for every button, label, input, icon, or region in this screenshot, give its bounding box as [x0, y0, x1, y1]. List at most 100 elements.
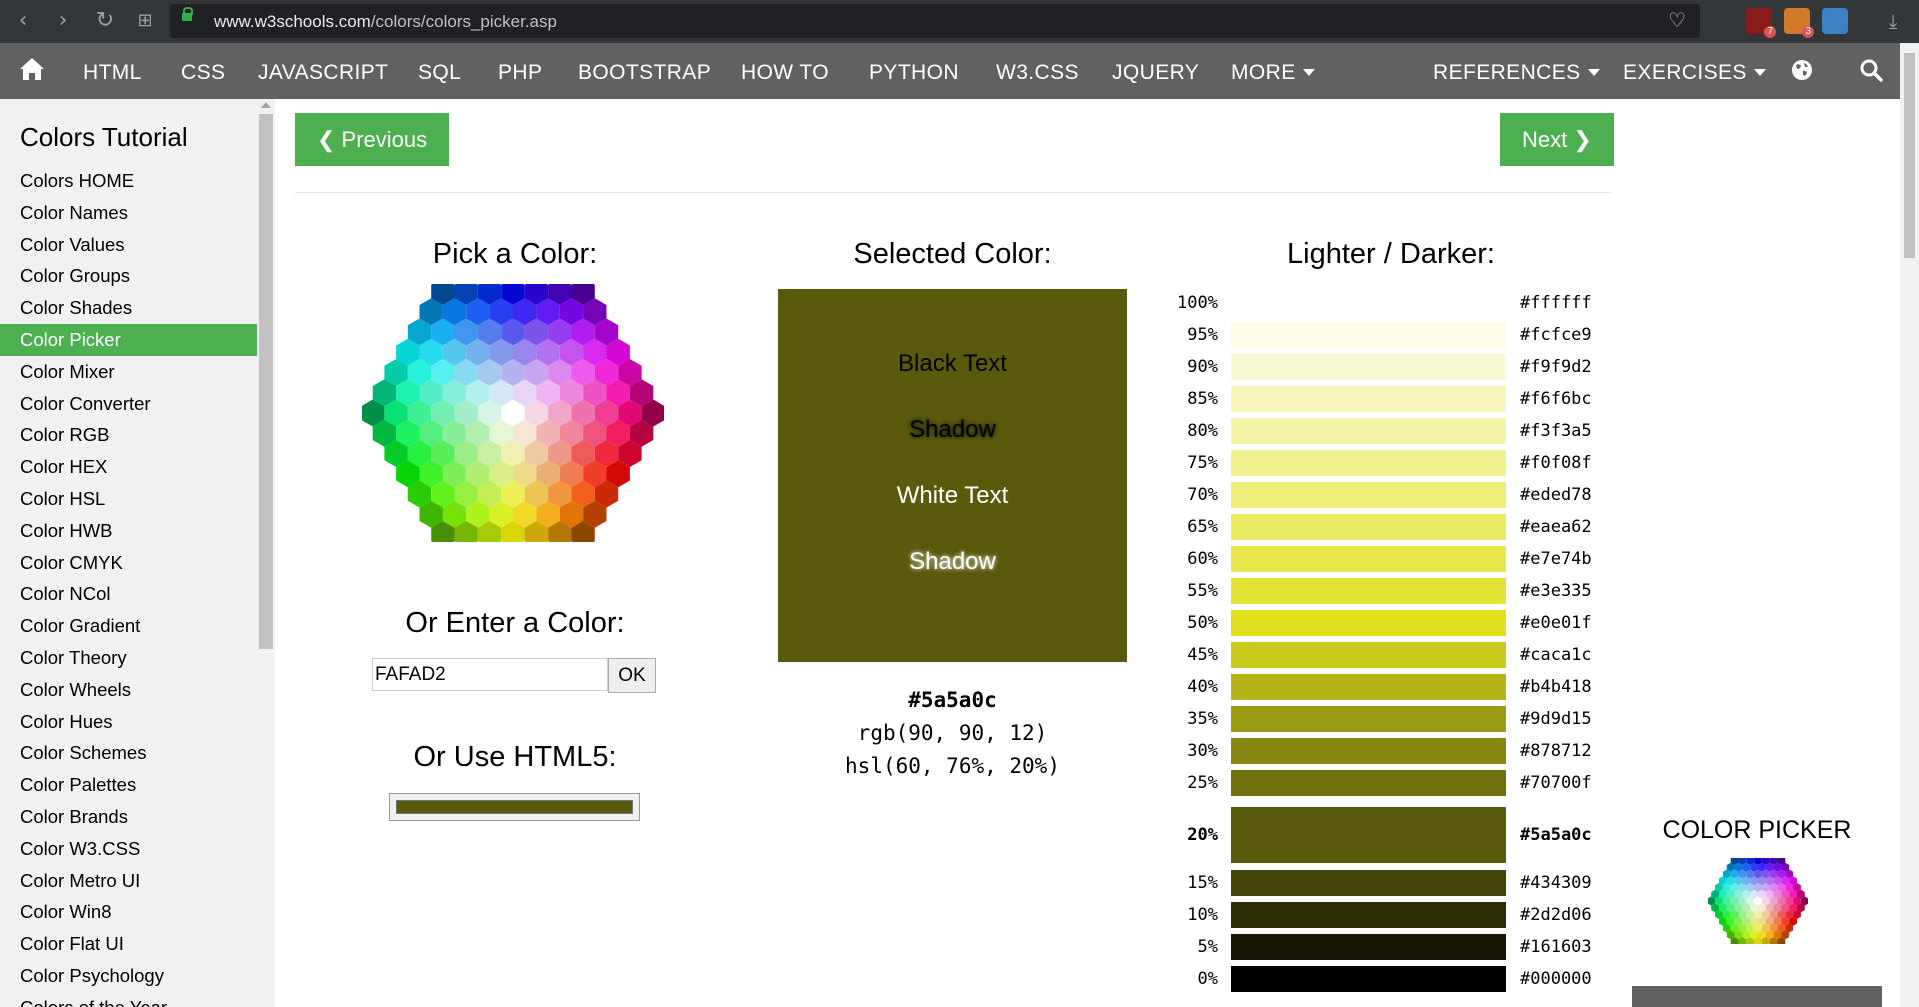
reload-icon[interactable]: ↻ — [90, 6, 120, 36]
shade-swatch[interactable] — [1231, 450, 1506, 476]
nav-bootstrap[interactable]: BOOTSTRAP — [578, 43, 711, 99]
shade-swatch[interactable] — [1231, 610, 1506, 636]
shade-swatch[interactable] — [1231, 807, 1506, 863]
shade-swatch[interactable] — [1231, 674, 1506, 700]
ublock-icon[interactable]: 7 — [1746, 8, 1776, 38]
shade-swatch[interactable] — [1231, 738, 1506, 764]
next-button[interactable]: Next ❯ — [1500, 113, 1614, 166]
apps-icon[interactable]: ⊞ — [130, 6, 160, 36]
scroll-up-icon[interactable] — [261, 102, 271, 108]
shade-hex: #eded78 — [1520, 485, 1592, 505]
shade-swatch[interactable] — [1231, 514, 1506, 540]
shade-swatch[interactable] — [1231, 966, 1506, 992]
nav-css[interactable]: CSS — [181, 43, 225, 99]
sidebar-item-color-hues[interactable]: Color Hues — [0, 706, 257, 738]
forward-icon[interactable]: › — [48, 6, 78, 36]
sidebar-item-color-psychology[interactable]: Color Psychology — [0, 960, 257, 992]
nav-references[interactable]: REFERENCES — [1433, 43, 1600, 99]
nav-python[interactable]: PYTHON — [869, 43, 959, 99]
sidebar-item-color-theory[interactable]: Color Theory — [0, 642, 257, 674]
cookie-icon[interactable]: 3 — [1784, 8, 1814, 38]
sidebar-item-color-flat-ui[interactable]: Color Flat UI — [0, 928, 257, 960]
black-text-sample: Black Text — [898, 350, 1007, 377]
nav-html[interactable]: HTML — [83, 43, 142, 99]
shade-swatch[interactable] — [1231, 482, 1506, 508]
shade-percent: 15% — [1187, 873, 1218, 893]
selected-color-heading: Selected Color: — [853, 238, 1052, 270]
shade-swatch[interactable] — [1231, 642, 1506, 668]
shade-hex: #878712 — [1520, 741, 1592, 761]
shade-swatch[interactable] — [1231, 578, 1506, 604]
sidebar-item-color-mixer[interactable]: Color Mixer — [0, 356, 257, 388]
shade-swatch[interactable] — [1231, 546, 1506, 572]
sidebar-item-color-schemes[interactable]: Color Schemes — [0, 737, 257, 769]
shade-hex: #f6f6bc — [1520, 389, 1592, 409]
shade-percent: 95% — [1187, 325, 1218, 345]
ad-banner[interactable] — [1632, 986, 1882, 1007]
html5-color-input[interactable] — [389, 793, 640, 821]
shade-hex: #e7e74b — [1520, 549, 1592, 569]
sidebar-item-color-picker[interactable]: Color Picker — [0, 323, 257, 356]
scrollbar-thumb[interactable] — [1904, 53, 1915, 258]
nav-exercises[interactable]: EXERCISES — [1623, 43, 1766, 99]
sidebar-item-color-rgb[interactable]: Color RGB — [0, 419, 257, 451]
search-icon[interactable] — [1859, 58, 1883, 82]
nav-php[interactable]: PHP — [498, 43, 542, 99]
tab-manager-icon[interactable] — [1822, 8, 1848, 34]
sidebar-item-color-brands[interactable]: Color Brands — [0, 801, 257, 833]
sidebar-scrollbar-thumb[interactable] — [259, 114, 273, 649]
shade-swatch[interactable] — [1231, 386, 1506, 412]
shade-swatch[interactable] — [1231, 770, 1506, 796]
sidebar-item-color-converter[interactable]: Color Converter — [0, 388, 257, 420]
sidebar-item-color-hwb[interactable]: Color HWB — [0, 515, 257, 547]
nav-how-to[interactable]: HOW TO — [741, 43, 829, 99]
sidebar-item-color-hex[interactable]: Color HEX — [0, 451, 257, 483]
shade-swatch[interactable] — [1231, 934, 1506, 960]
sidebar-item-color-groups[interactable]: Color Groups — [0, 260, 257, 292]
previous-button[interactable]: ❮ Previous — [295, 113, 450, 166]
nav-more[interactable]: MORE — [1231, 43, 1315, 99]
sidebar-item-color-values[interactable]: Color Values — [0, 229, 257, 261]
home-icon[interactable] — [18, 55, 46, 83]
shade-swatch[interactable] — [1231, 706, 1506, 732]
shade-swatch[interactable] — [1231, 354, 1506, 380]
shade-swatch[interactable] — [1231, 902, 1506, 928]
white-shadow-sample: Shadow — [909, 548, 996, 575]
sidebar-item-color-cmyk[interactable]: Color CMYK — [0, 547, 257, 579]
shade-hex: #2d2d06 — [1520, 905, 1592, 925]
shade-swatch[interactable] — [1231, 418, 1506, 444]
page-scrollbar[interactable] — [1900, 43, 1919, 1007]
sidebar-item-color-shades[interactable]: Color Shades — [0, 292, 257, 324]
shade-hex: #70700f — [1520, 773, 1592, 793]
sidebar-item-color-gradient[interactable]: Color Gradient — [0, 610, 257, 642]
sidebar-item-color-names[interactable]: Color Names — [0, 197, 257, 229]
nav-jquery[interactable]: JQUERY — [1112, 43, 1199, 99]
sidebar-item-color-win8[interactable]: Color Win8 — [0, 896, 257, 928]
nav-sql[interactable]: SQL — [418, 43, 461, 99]
shade-swatch[interactable] — [1231, 322, 1506, 348]
back-icon[interactable]: ‹ — [8, 6, 38, 36]
color-picker-ad-title[interactable]: COLOR PICKER — [1633, 816, 1881, 845]
color-hexagon-map[interactable] — [362, 284, 664, 542]
sidebar-item-color-wheels[interactable]: Color Wheels — [0, 674, 257, 706]
sidebar-item-color-hsl[interactable]: Color HSL — [0, 483, 257, 515]
download-icon[interactable]: ⤓ — [1878, 6, 1908, 36]
sidebar-item-color-palettes[interactable]: Color Palettes — [0, 769, 257, 801]
shade-hex: #caca1c — [1520, 645, 1592, 665]
sidebar-item-colors-of-the-year[interactable]: Colors of the Year — [0, 992, 257, 1007]
color-picker-ad-image[interactable] — [1708, 858, 1808, 944]
shade-swatch[interactable] — [1231, 290, 1506, 316]
sidebar-scrollbar[interactable] — [257, 99, 275, 1007]
color-input[interactable] — [372, 658, 608, 691]
sidebar-item-color-metro-ui[interactable]: Color Metro UI — [0, 865, 257, 897]
ok-button[interactable]: OK — [608, 658, 656, 693]
globe-icon[interactable] — [1791, 59, 1813, 81]
sidebar-item-color-ncol[interactable]: Color NCol — [0, 578, 257, 610]
address-bar[interactable]: www.w3schools.com/colors/colors_picker.a… — [170, 4, 1700, 38]
sidebar-item-color-w3-css[interactable]: Color W3.CSS — [0, 833, 257, 865]
nav-javascript[interactable]: JAVASCRIPT — [258, 43, 388, 99]
bookmark-heart-icon[interactable]: ♡ — [1668, 8, 1686, 32]
sidebar-item-colors-home[interactable]: Colors HOME — [0, 165, 257, 197]
nav-w3css[interactable]: W3.CSS — [996, 43, 1079, 99]
shade-swatch[interactable] — [1231, 870, 1506, 896]
